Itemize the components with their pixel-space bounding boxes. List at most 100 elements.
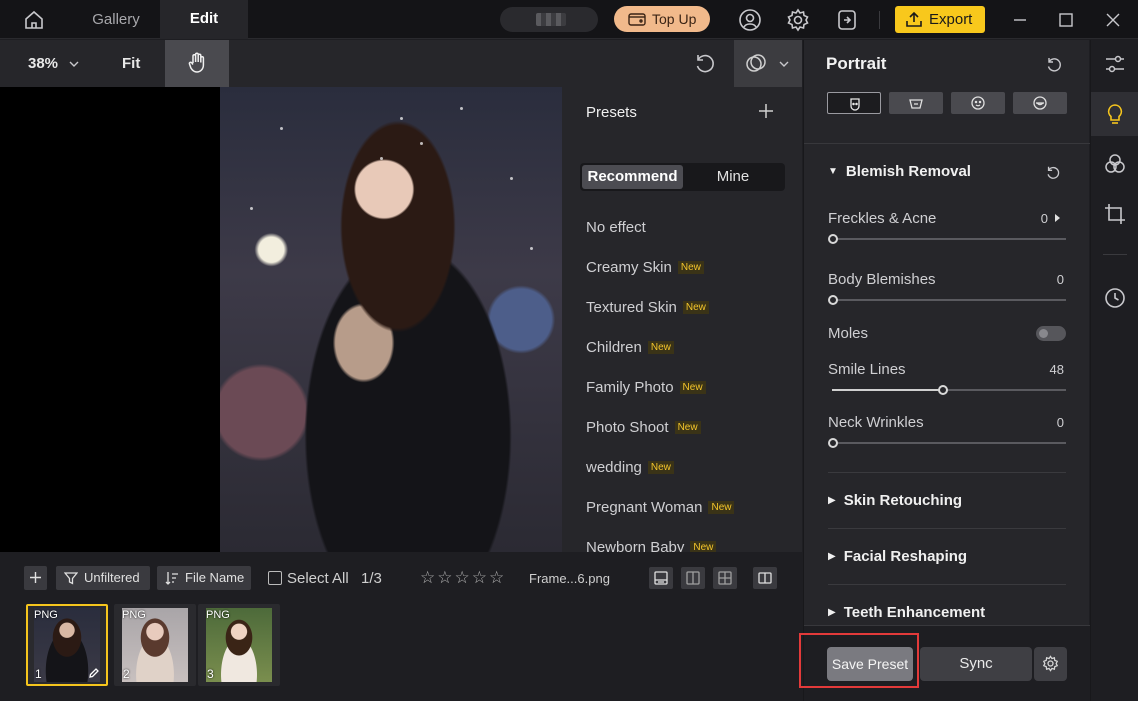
view-grid-button[interactable] xyxy=(713,567,737,589)
home-icon[interactable] xyxy=(22,8,46,32)
image-canvas[interactable] xyxy=(0,87,562,552)
skin-retouching-header[interactable]: ▶ Skin Retouching xyxy=(828,492,962,509)
play-triangle-icon[interactable] xyxy=(1055,214,1060,222)
thumbnail-2[interactable]: PNG 2 xyxy=(114,604,196,686)
view-split-button[interactable] xyxy=(681,567,705,589)
grid-view-icon xyxy=(718,571,732,585)
portrait-panel: Portrait ▼ Blemish Removal Freckles & Acn… xyxy=(799,40,1090,701)
new-badge: New xyxy=(677,261,704,274)
export-button[interactable]: Export xyxy=(895,6,985,33)
reset-icon[interactable] xyxy=(1045,56,1063,74)
preset-item[interactable]: Children New xyxy=(586,339,674,356)
thumbnail-1[interactable]: PNG 1 xyxy=(26,604,108,686)
divider xyxy=(828,584,1066,585)
blemish-removal-header[interactable]: ▼ Blemish Removal xyxy=(828,163,971,180)
portrait-bulb-icon xyxy=(1107,104,1123,124)
new-badge: New xyxy=(682,301,709,314)
maximize-icon[interactable] xyxy=(1054,8,1078,32)
face-skin-tab[interactable] xyxy=(827,92,881,114)
thumbnail-3[interactable]: PNG 3 xyxy=(198,604,280,686)
new-badge: New xyxy=(679,381,706,394)
freckles-acne-slider-handle[interactable] xyxy=(828,234,838,244)
preset-item[interactable]: Pregnant Woman New xyxy=(586,499,735,516)
smile-lines-slider-handle[interactable] xyxy=(938,385,949,395)
file-type-badge: PNG xyxy=(34,609,58,621)
fit-button[interactable]: Fit xyxy=(122,40,140,87)
close-icon[interactable] xyxy=(1101,8,1125,32)
facial-reshaping-header[interactable]: ▶ Facial Reshaping xyxy=(828,548,967,565)
reset-icon[interactable] xyxy=(693,52,717,76)
add-preset-plus-icon[interactable] xyxy=(758,103,774,119)
highlight-box xyxy=(799,633,919,688)
minimize-icon[interactable] xyxy=(1008,8,1032,32)
expanded-triangle-icon: ▼ xyxy=(828,166,838,177)
neck-wrinkles-slider-handle[interactable] xyxy=(828,438,838,448)
preset-item[interactable]: Creamy Skin New xyxy=(586,259,704,276)
chevron-down-icon[interactable] xyxy=(68,58,80,70)
add-image-button[interactable] xyxy=(24,566,47,590)
file-type-badge: PNG xyxy=(206,609,230,621)
compare-button[interactable] xyxy=(734,40,802,87)
zoom-level[interactable]: 38% xyxy=(28,40,58,87)
body-blemishes-value: 0 xyxy=(1056,272,1064,287)
freckles-acne-slider[interactable] xyxy=(832,238,1066,240)
body-blemishes-slider[interactable] xyxy=(832,299,1066,301)
moles-toggle[interactable] xyxy=(1036,326,1066,341)
sync-button[interactable]: Sync xyxy=(920,647,1032,681)
preset-item[interactable]: Photo Shoot New xyxy=(586,419,701,436)
edit-toolbar: 38% Fit xyxy=(0,40,802,87)
user-icon[interactable] xyxy=(738,8,762,32)
preset-item[interactable]: wedding New xyxy=(586,459,674,476)
new-badge: New xyxy=(647,461,674,474)
crop-icon xyxy=(1105,204,1125,224)
body-blemishes-label: Body Blemishes xyxy=(828,271,936,288)
face-shape-tab[interactable] xyxy=(951,92,1005,114)
select-all-label[interactable]: Select All xyxy=(287,570,349,587)
adjust-tool-button[interactable] xyxy=(1091,42,1138,86)
history-tool-button[interactable] xyxy=(1091,276,1138,320)
body-tab[interactable] xyxy=(889,92,943,114)
select-all-checkbox[interactable] xyxy=(268,571,282,585)
star-rating[interactable]: ☆☆☆☆☆ xyxy=(420,568,506,588)
tab-gallery[interactable]: Gallery xyxy=(72,0,160,39)
tab-recommend[interactable]: Recommend xyxy=(582,165,683,189)
preset-item[interactable]: Family Photo New xyxy=(586,379,706,396)
panel-footer: Save Preset Sync xyxy=(799,625,1090,701)
tab-edit[interactable]: Edit xyxy=(160,0,248,39)
edited-pencil-icon xyxy=(89,668,99,678)
reset-icon[interactable] xyxy=(1045,165,1061,181)
freckles-acne-label: Freckles & Acne xyxy=(828,210,937,227)
chevron-down-icon xyxy=(779,61,789,67)
crop-tool-button[interactable] xyxy=(1091,192,1138,236)
sync-settings-button[interactable] xyxy=(1034,647,1067,681)
sort-button[interactable]: File Name xyxy=(157,566,251,590)
tab-mine[interactable]: Mine xyxy=(683,165,783,189)
preset-item[interactable]: Newborn Baby New xyxy=(586,539,717,552)
sign-in-icon[interactable] xyxy=(835,8,859,32)
neck-wrinkles-label: Neck Wrinkles xyxy=(828,414,924,431)
settings-gear-icon[interactable] xyxy=(786,8,810,32)
preset-item[interactable]: No effect xyxy=(586,219,646,236)
neck-wrinkles-slider[interactable] xyxy=(832,442,1066,444)
top-up-button[interactable]: Top Up xyxy=(614,6,710,32)
new-badge: New xyxy=(708,501,735,514)
smile-lines-slider-fill xyxy=(832,389,945,391)
filter-button[interactable]: Unfiltered xyxy=(56,566,150,590)
hand-tool-button[interactable] xyxy=(165,40,229,87)
portrait-tool-button[interactable] xyxy=(1091,92,1138,136)
smile-lines-label: Smile Lines xyxy=(828,361,906,378)
makeup-tab[interactable] xyxy=(1013,92,1067,114)
body-blemishes-slider-handle[interactable] xyxy=(828,295,838,305)
divider xyxy=(828,528,1066,529)
view-compare-button[interactable] xyxy=(753,567,777,589)
single-view-icon xyxy=(654,571,668,585)
presets-title: Presets xyxy=(586,104,637,121)
view-single-button[interactable] xyxy=(649,567,673,589)
teeth-enhancement-header[interactable]: ▶ Teeth Enhancement xyxy=(828,604,985,621)
color-tool-button[interactable] xyxy=(1091,142,1138,186)
thumbnail-index: 2 xyxy=(123,667,130,681)
divider xyxy=(828,472,1066,473)
preset-item[interactable]: Textured Skin New xyxy=(586,299,709,316)
filter-label: Unfiltered xyxy=(84,570,140,585)
account-pill[interactable] xyxy=(500,7,598,32)
